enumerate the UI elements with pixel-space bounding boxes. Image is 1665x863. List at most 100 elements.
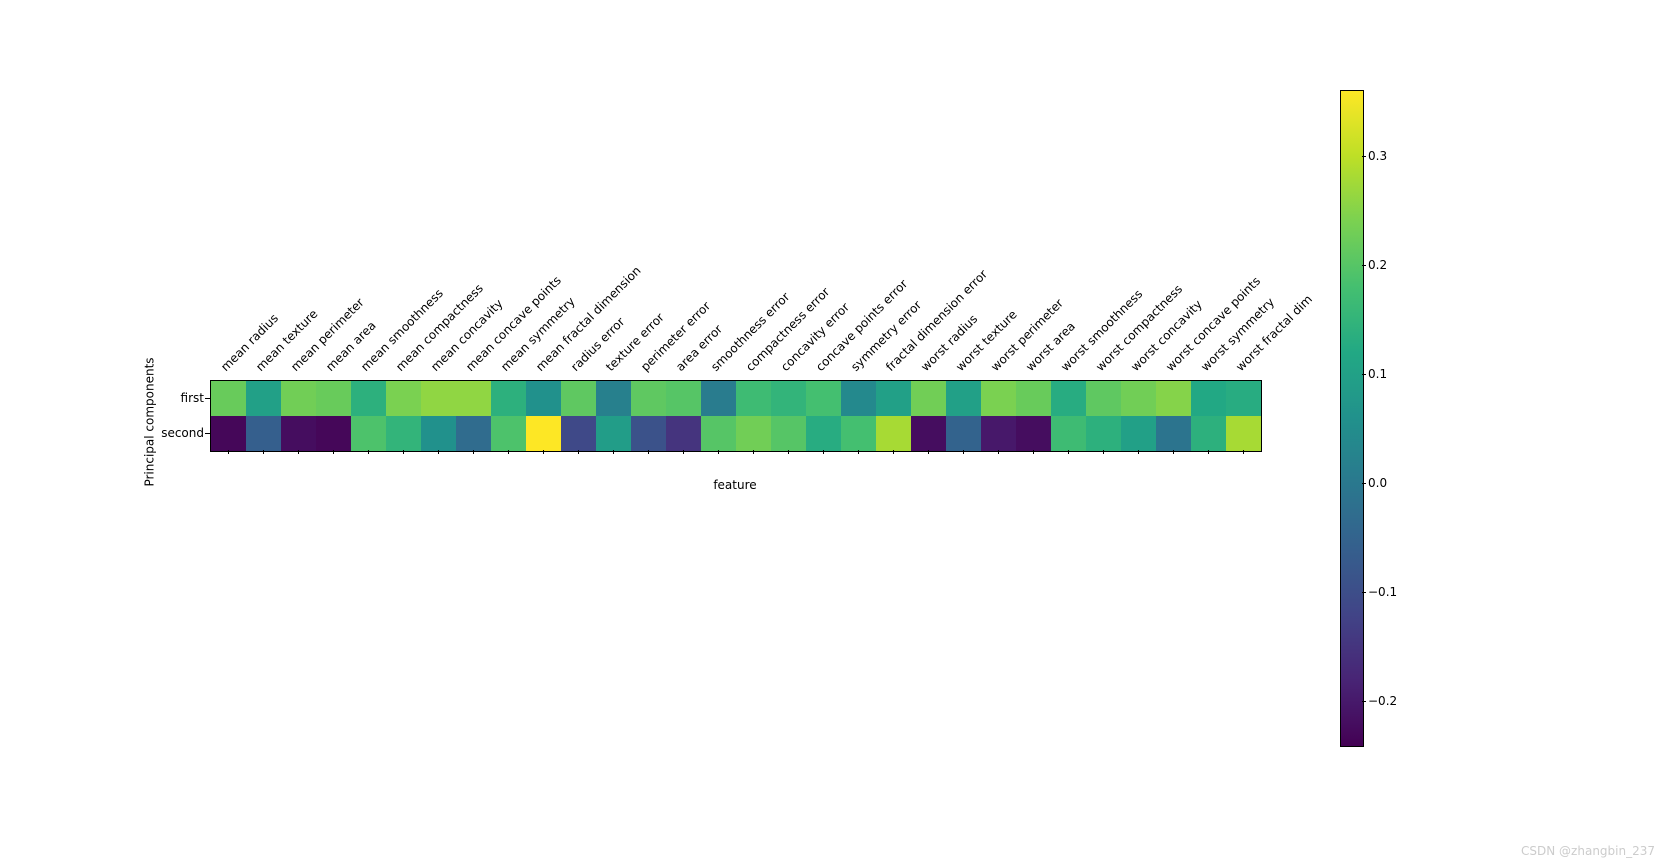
heatmap-cell <box>631 416 666 451</box>
colorbar-tick-label: −0.2 <box>1368 694 1397 708</box>
heatmap-cell <box>421 416 456 451</box>
colorbar-tick-mark <box>1362 265 1366 266</box>
heatmap-cell <box>841 381 876 416</box>
heatmap-cell <box>211 381 246 416</box>
heatmap-cell <box>386 381 421 416</box>
heatmap-row-second <box>211 416 1261 451</box>
xtick-mark <box>1068 450 1069 454</box>
heatmap-cell <box>596 381 631 416</box>
xtick-mark <box>1138 450 1139 454</box>
heatmap-cell <box>491 416 526 451</box>
heatmap-cell <box>351 416 386 451</box>
xtick-mark <box>788 450 789 454</box>
xtick-mark <box>648 450 649 454</box>
heatmap-cell <box>631 381 666 416</box>
heatmap-plot <box>210 380 1262 452</box>
heatmap-cell <box>1121 416 1156 451</box>
heatmap-cell <box>1086 381 1121 416</box>
colorbar-tick-label: 0.1 <box>1368 367 1387 381</box>
xtick-mark <box>1173 450 1174 454</box>
xtick-mark <box>473 450 474 454</box>
xtick-mark <box>718 450 719 454</box>
heatmap-cell <box>1121 381 1156 416</box>
heatmap-cell <box>876 416 911 451</box>
heatmap-cell <box>456 381 491 416</box>
xtick-mark <box>893 450 894 454</box>
xtick-mark <box>1243 450 1244 454</box>
heatmap-cell <box>1191 381 1226 416</box>
xtick-mark <box>613 450 614 454</box>
heatmap-cell <box>701 416 736 451</box>
colorbar-tick-mark <box>1362 701 1366 702</box>
heatmap-cell <box>946 381 981 416</box>
colorbar-tick-mark <box>1362 156 1366 157</box>
heatmap-cell <box>911 416 946 451</box>
heatmap-cell <box>316 416 351 451</box>
watermark: CSDN @zhangbin_237 <box>1521 844 1655 858</box>
heatmap-cell <box>1156 416 1191 451</box>
colorbar-tick-mark <box>1362 483 1366 484</box>
colorbar-tick-label: 0.2 <box>1368 258 1387 272</box>
heatmap-cell <box>351 381 386 416</box>
xtick-mark <box>928 450 929 454</box>
xtick-label: worst texture <box>953 307 1020 374</box>
xtick-mark <box>263 450 264 454</box>
heatmap-cell <box>1191 416 1226 451</box>
heatmap-cell <box>1051 416 1086 451</box>
heatmap-cell <box>421 381 456 416</box>
heatmap-cell <box>316 381 351 416</box>
xtick-mark <box>963 450 964 454</box>
xtick-mark <box>438 450 439 454</box>
xtick-mark <box>1208 450 1209 454</box>
heatmap-cell <box>246 416 281 451</box>
heatmap-cell <box>526 381 561 416</box>
heatmap-cell <box>211 416 246 451</box>
xtick-mark <box>508 450 509 454</box>
colorbar-tick-mark <box>1362 592 1366 593</box>
colorbar-tick-mark <box>1362 374 1366 375</box>
xtick-mark <box>998 450 999 454</box>
x-axis-label: feature <box>210 478 1260 492</box>
heatmap-cell <box>1016 416 1051 451</box>
ytick-second: second <box>84 426 204 440</box>
xtick-mark <box>403 450 404 454</box>
heatmap-cell <box>456 416 491 451</box>
y-axis-label: Principal components <box>143 357 157 486</box>
heatmap-cell <box>981 416 1016 451</box>
heatmap-row-first <box>211 381 1261 416</box>
heatmap-cell <box>1226 416 1261 451</box>
heatmap-cell <box>561 416 596 451</box>
heatmap-cell <box>491 381 526 416</box>
heatmap-cell <box>806 416 841 451</box>
colorbar <box>1340 90 1364 747</box>
heatmap-cell <box>911 381 946 416</box>
heatmap-cell <box>701 381 736 416</box>
heatmap-cell <box>596 416 631 451</box>
heatmap-cell <box>666 416 701 451</box>
xtick-mark <box>858 450 859 454</box>
heatmap-cell <box>666 381 701 416</box>
xtick-mark <box>368 450 369 454</box>
chart-canvas: Principal components first second mean r… <box>0 0 1665 863</box>
xtick-mark <box>683 450 684 454</box>
heatmap-cell <box>876 381 911 416</box>
xtick-mark <box>753 450 754 454</box>
heatmap-cell <box>946 416 981 451</box>
xtick-mark <box>228 450 229 454</box>
heatmap-cell <box>1226 381 1261 416</box>
heatmap-cell <box>981 381 1016 416</box>
heatmap-cell <box>1051 381 1086 416</box>
heatmap-cell <box>771 381 806 416</box>
heatmap-cell <box>1086 416 1121 451</box>
xtick-mark <box>823 450 824 454</box>
heatmap-cell <box>246 381 281 416</box>
heatmap-cell <box>1016 381 1051 416</box>
xtick-mark <box>333 450 334 454</box>
ytick-first: first <box>84 391 204 405</box>
heatmap-cell <box>736 381 771 416</box>
xtick-mark <box>1033 450 1034 454</box>
xtick-label: mean texture <box>253 307 320 374</box>
xtick-mark <box>1103 450 1104 454</box>
heatmap-cell <box>736 416 771 451</box>
heatmap-cell <box>281 416 316 451</box>
